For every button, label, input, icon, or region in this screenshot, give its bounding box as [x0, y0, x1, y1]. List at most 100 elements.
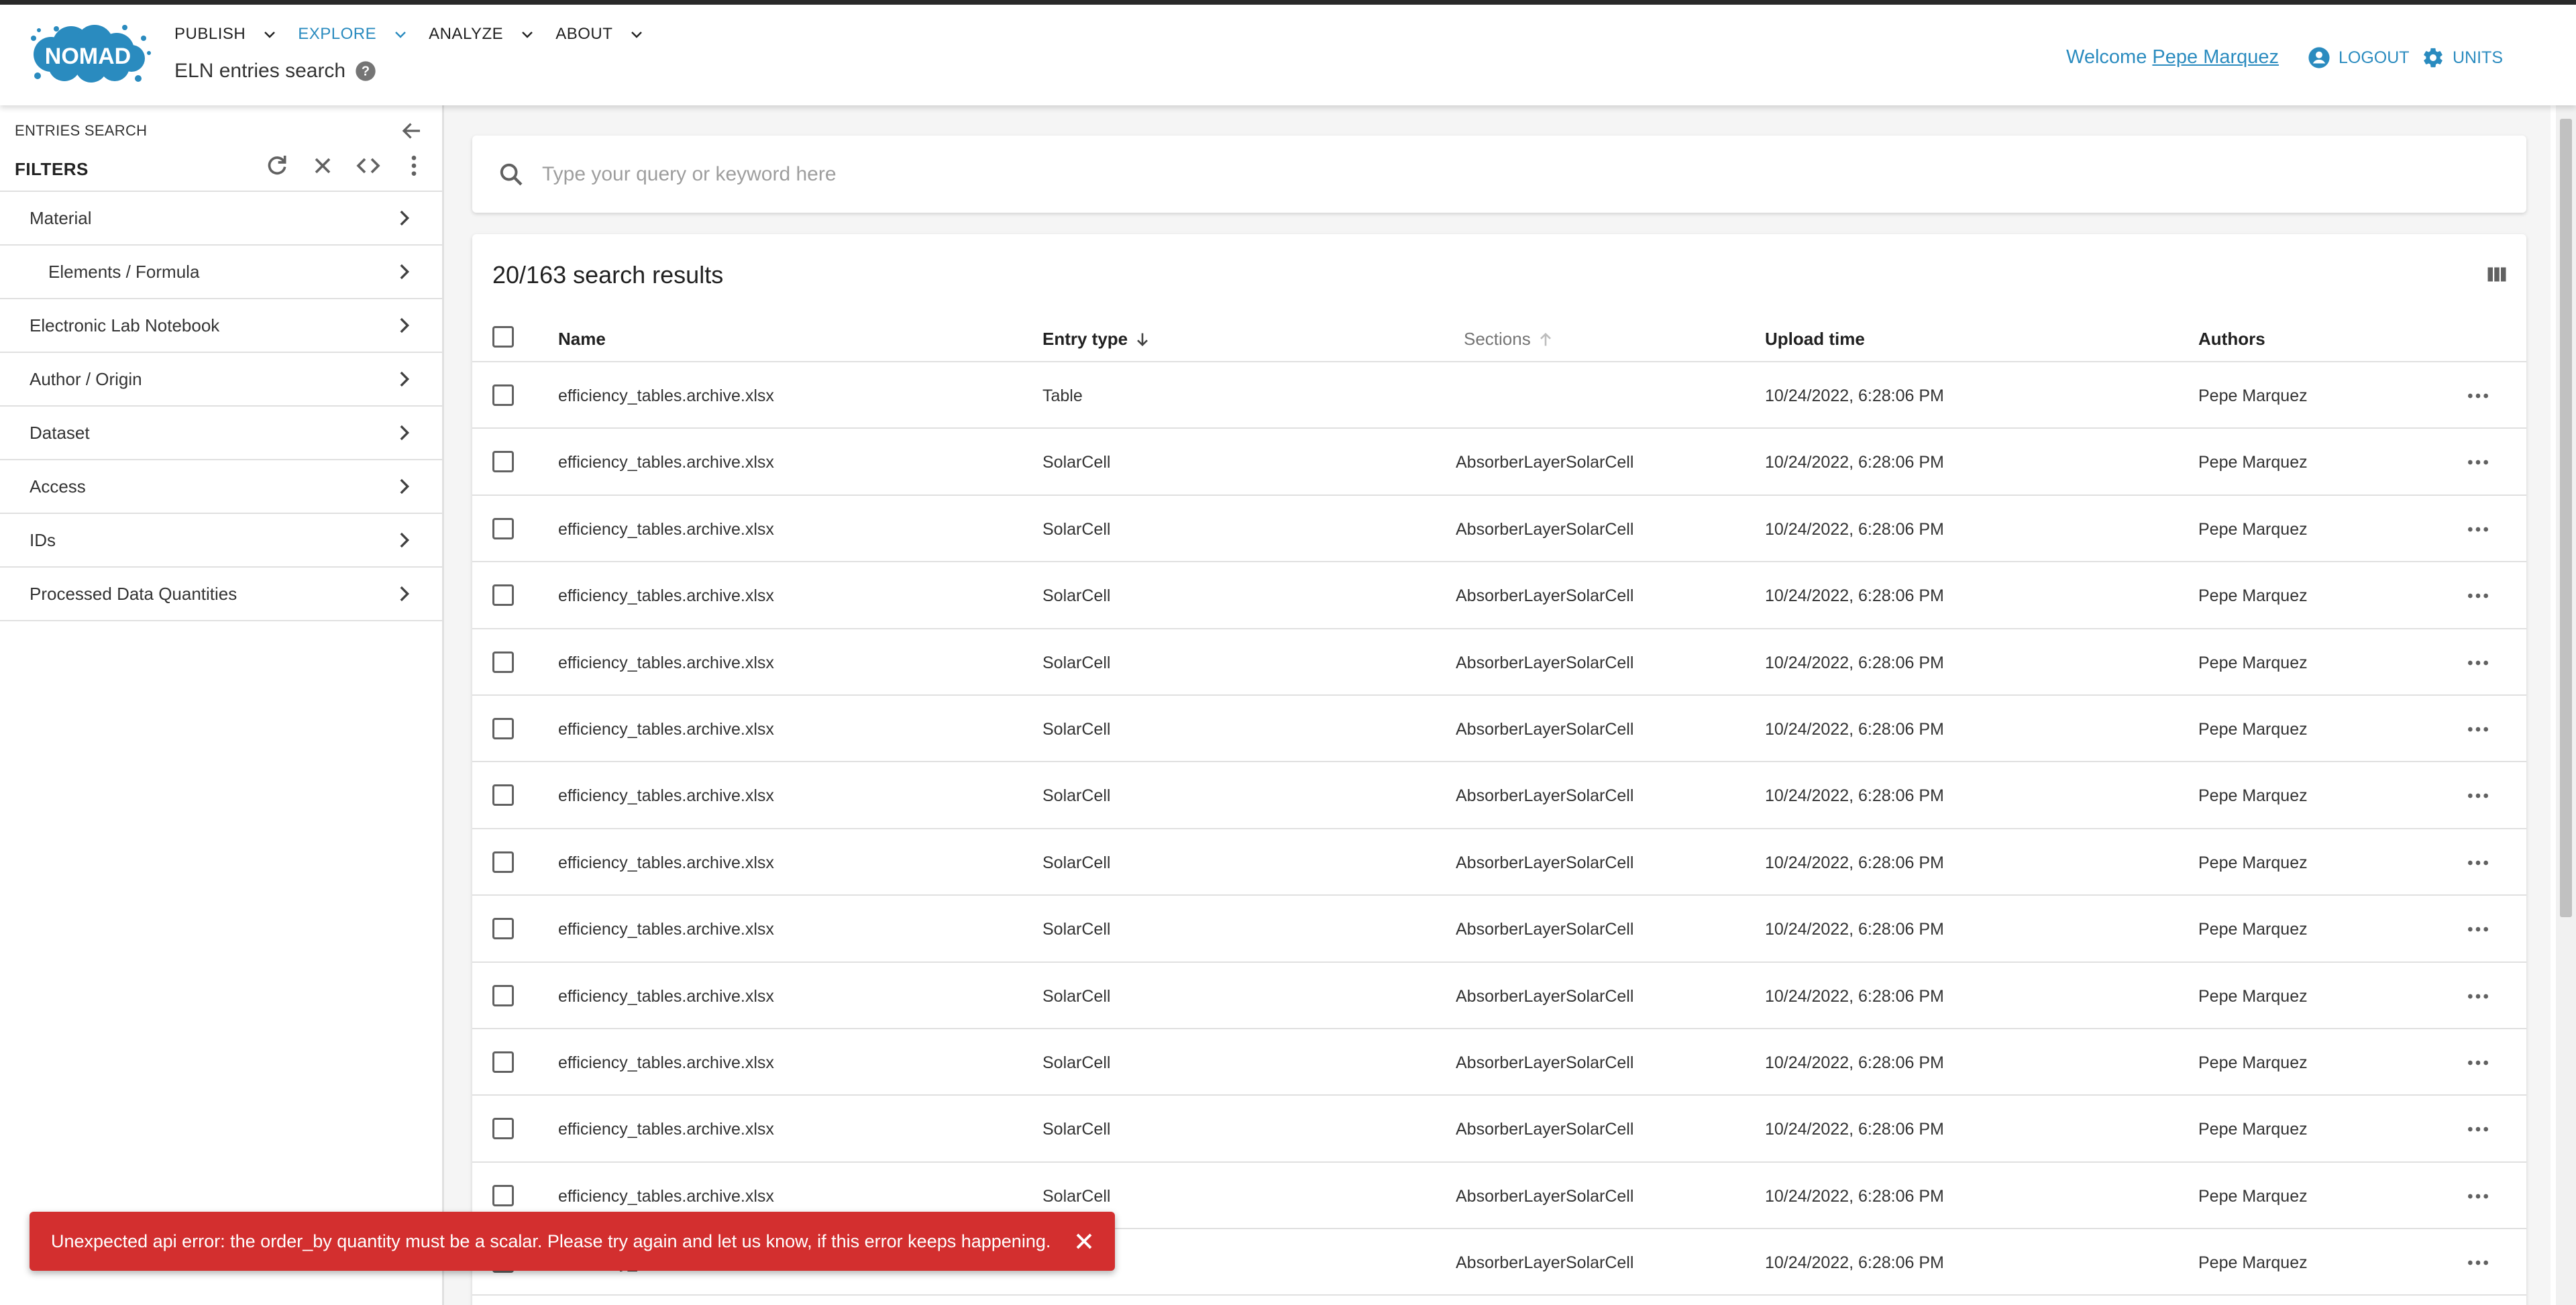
- cell-name: efficiency_tables.archive.xlsx: [558, 920, 774, 939]
- cell-name: efficiency_tables.archive.xlsx: [558, 453, 774, 472]
- cell-authors: Pepe Marquez: [2198, 786, 2308, 806]
- table-row[interactable]: efficiency_tables.archive.xlsx SolarCell A…: [472, 696, 2526, 763]
- code-icon[interactable]: [355, 152, 382, 179]
- more-horizontal-icon[interactable]: [2465, 916, 2491, 943]
- table-row[interactable]: efficiency_tables.archive.xlsx SolarCell A…: [472, 629, 2526, 696]
- chevron-down-icon: [264, 32, 276, 38]
- cell-authors: Pepe Marquez: [2198, 386, 2308, 405]
- cell-upload-time: 10/24/2022, 6:28:06 PM: [1765, 1253, 1944, 1273]
- cell-authors: Pepe Marquez: [2198, 719, 2308, 739]
- logo-text: NOMAD: [45, 44, 131, 69]
- table-row[interactable]: efficiency_tables.archive.xlsx SolarCell A…: [472, 429, 2526, 496]
- help-icon[interactable]: ?: [355, 60, 376, 82]
- row-checkbox[interactable]: [492, 784, 514, 806]
- row-checkbox[interactable]: [492, 651, 514, 673]
- table-row[interactable]: efficiency_tables.archive.xlsx SolarCell A…: [472, 1096, 2526, 1163]
- row-checkbox[interactable]: [492, 517, 514, 539]
- nav-explore[interactable]: EXPLORE: [298, 25, 409, 44]
- refresh-icon[interactable]: [264, 152, 290, 179]
- more-horizontal-icon[interactable]: [2465, 1249, 2491, 1276]
- arrow-left-icon[interactable]: [400, 119, 424, 143]
- row-checkbox[interactable]: [492, 984, 514, 1006]
- cell-sections: AbsorberLayerSolarCell: [1456, 920, 1634, 939]
- filter-label: IDs: [30, 529, 56, 550]
- table-row[interactable]: efficiency_tables.archive.xlsx SolarCell A…: [472, 762, 2526, 829]
- more-horizontal-icon[interactable]: [2465, 449, 2491, 476]
- logout-button[interactable]: LOGOUT: [2308, 46, 2410, 69]
- scrollbar-thumb[interactable]: [2560, 119, 2572, 917]
- row-checkbox[interactable]: [492, 451, 514, 473]
- search-input[interactable]: [542, 162, 2420, 186]
- row-checkbox[interactable]: [492, 1051, 514, 1073]
- table-row[interactable]: efficiency_tables.archive.xlsx SolarCell A…: [472, 496, 2526, 563]
- filter-author-origin[interactable]: Author / Origin: [0, 353, 442, 407]
- row-checkbox[interactable]: [492, 584, 514, 607]
- row-checkbox[interactable]: [492, 918, 514, 940]
- filter-electronic-lab-notebook[interactable]: Electronic Lab Notebook: [0, 299, 442, 353]
- more-horizontal-icon[interactable]: [2465, 782, 2491, 809]
- cell-name: efficiency_tables.archive.xlsx: [558, 519, 774, 539]
- chevron-right-icon: [400, 264, 410, 280]
- more-horizontal-icon[interactable]: [2465, 382, 2491, 409]
- filter-list: Material Elements / Formula Electronic L…: [0, 192, 442, 621]
- clear-icon[interactable]: [309, 152, 336, 179]
- more-vertical-icon[interactable]: [400, 152, 427, 179]
- units-button[interactable]: UNITS: [2422, 46, 2503, 69]
- row-checkbox[interactable]: [492, 1118, 514, 1140]
- more-horizontal-icon[interactable]: [2465, 1049, 2491, 1076]
- more-horizontal-icon[interactable]: [2465, 1116, 2491, 1143]
- column-authors[interactable]: Authors: [2198, 329, 2265, 350]
- results-panel: 20/163 search results Name Entry type Se…: [472, 234, 2526, 1305]
- more-horizontal-icon[interactable]: [2465, 849, 2491, 876]
- filter-label: Electronic Lab Notebook: [30, 315, 220, 335]
- cell-upload-time: 10/24/2022, 6:28:06 PM: [1765, 653, 1944, 672]
- filter-elements-formula[interactable]: Elements / Formula: [0, 246, 442, 299]
- more-horizontal-icon[interactable]: [2465, 516, 2491, 543]
- table-row[interactable]: efficiency_tables.archive.xlsx SolarCell A…: [472, 963, 2526, 1029]
- close-icon[interactable]: [1071, 1228, 1097, 1255]
- table-row[interactable]: efficiency_tables.archive.xlsx Table 10/24…: [472, 362, 2526, 429]
- table-header: Name Entry type Sections Upload time Aut…: [472, 311, 2526, 362]
- nav-about[interactable]: ABOUT: [555, 25, 645, 44]
- more-horizontal-icon[interactable]: [2465, 582, 2491, 609]
- row-checkbox[interactable]: [492, 851, 514, 873]
- nomad-logo[interactable]: NOMAD: [24, 18, 152, 91]
- filter-ids[interactable]: IDs: [0, 514, 442, 568]
- more-horizontal-icon[interactable]: [2465, 983, 2491, 1010]
- nav-explore-label: EXPLORE: [298, 25, 377, 43]
- row-checkbox[interactable]: [492, 384, 514, 406]
- column-sections[interactable]: Sections: [1464, 329, 1555, 350]
- more-horizontal-icon[interactable]: [2465, 716, 2491, 743]
- table-row[interactable]: efficiency_tables.archive.xlsx SolarCell A…: [472, 1029, 2526, 1096]
- error-message: Unexpected api error: the order_by quant…: [51, 1231, 1051, 1251]
- table-row[interactable]: efficiency_tables.archive.xlsx SolarCell A…: [472, 896, 2526, 963]
- more-horizontal-icon[interactable]: [2465, 649, 2491, 676]
- column-upload-time[interactable]: Upload time: [1765, 329, 1865, 350]
- nav-about-label: ABOUT: [555, 25, 613, 43]
- filter-processed-data-quantities[interactable]: Processed Data Quantities: [0, 568, 442, 621]
- cell-name: efficiency_tables.archive.xlsx: [558, 386, 774, 405]
- cell-upload-time: 10/24/2022, 6:28:06 PM: [1765, 586, 1944, 606]
- cell-authors: Pepe Marquez: [2198, 653, 2308, 672]
- user-name-link[interactable]: Pepe Marquez: [2152, 46, 2279, 68]
- cell-name: efficiency_tables.archive.xlsx: [558, 1120, 774, 1139]
- filter-access[interactable]: Access: [0, 460, 442, 514]
- page-title-text: ELN entries search: [174, 60, 346, 82]
- select-all-checkbox[interactable]: [492, 326, 514, 348]
- row-checkbox[interactable]: [492, 1184, 514, 1206]
- cell-name: efficiency_tables.archive.xlsx: [558, 786, 774, 806]
- row-checkbox[interactable]: [492, 717, 514, 739]
- filter-material[interactable]: Material: [0, 192, 442, 246]
- nav-publish[interactable]: PUBLISH: [174, 25, 278, 44]
- nav-analyze[interactable]: ANALYZE: [429, 25, 535, 44]
- page-scrollbar[interactable]: [2556, 105, 2576, 1305]
- view-columns-icon[interactable]: [2485, 262, 2509, 286]
- table-row[interactable]: efficiency_tables.archive.xlsx SolarCell A…: [472, 562, 2526, 629]
- column-entry-type[interactable]: Entry type: [1042, 329, 1152, 350]
- table-row[interactable]: efficiency_tables.archive.xlsx SolarCell A…: [472, 829, 2526, 896]
- more-horizontal-icon[interactable]: [2465, 1183, 2491, 1210]
- column-name[interactable]: Name: [558, 329, 606, 350]
- filter-dataset[interactable]: Dataset: [0, 407, 442, 460]
- window-top-stripe: [0, 0, 2576, 5]
- chevron-down-icon: [631, 32, 643, 38]
